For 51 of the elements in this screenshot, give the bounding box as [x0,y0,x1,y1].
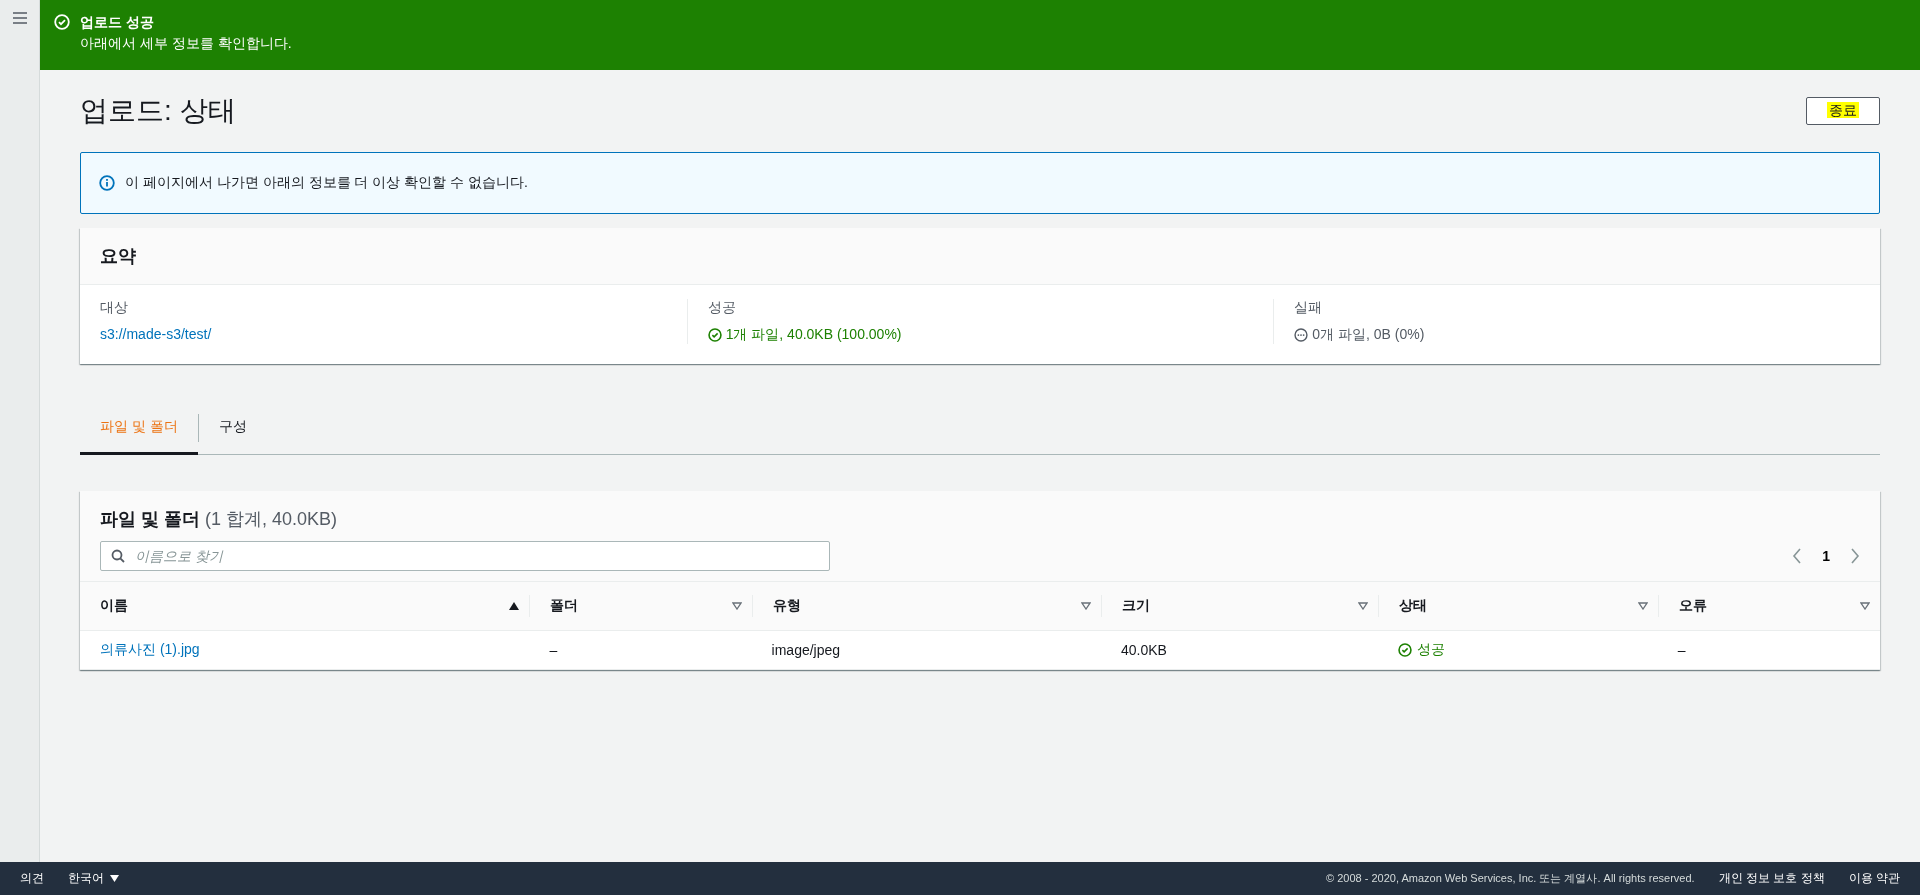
tab[interactable]: 구성 [198,402,267,455]
language-selector[interactable]: 한국어 [68,870,119,887]
previous-page-button[interactable] [1792,548,1803,564]
banner-message: 아래에서 세부 정보를 확인합니다. [80,35,292,53]
footer-link[interactable]: 개인 정보 보호 정책 [1718,870,1825,887]
info-icon [99,175,115,191]
sort-icon[interactable] [731,602,742,610]
banner-title: 업로드 성공 [80,14,155,32]
sort-icon[interactable] [1637,602,1648,610]
sort-ascending-icon[interactable] [509,602,520,610]
status-text: 성공 [1416,640,1445,659]
file-link[interactable]: 의류사진 (1).jpg [100,641,200,657]
copyright-text: © 2008 - 2020, Amazon Web Services, Inc. 또는 계열사. All rights reserved. [1326,871,1695,886]
destination-link[interactable]: s3://made-s3/test/ [100,326,687,342]
close-button[interactable]: 종료 [1806,97,1880,125]
search-icon [111,549,125,563]
table-cell: 40.0KB [1100,630,1378,670]
summary-label: 대상 [100,299,129,317]
menu-icon [12,12,27,24]
success-value: 1개 파일, 40.0KB (100.00%) [725,326,902,344]
next-page-button[interactable] [1850,548,1860,564]
table-cell: – [1657,630,1880,670]
table-cell: image/jpeg [751,630,1101,670]
sort-icon[interactable] [1080,602,1091,610]
sort-icon[interactable] [1357,602,1368,610]
column-header[interactable]: 이름 [80,581,530,631]
footer-link[interactable]: 이용 약관 [1848,870,1900,887]
page-number[interactable]: 1 [1816,547,1836,565]
column-header[interactable]: 폴더 [529,581,752,631]
summary-title: 요약 [100,246,136,266]
caret-icon [110,875,119,882]
ellipsis-circle-icon [1294,328,1309,342]
summary-label: 성공 [707,299,737,317]
alert-text: 이 페이지에서 나가면 아래의 정보를 더 이상 확인할 수 없습니다. [125,174,528,192]
chevron-right-icon [1850,548,1860,564]
column-header[interactable]: 크기 [1100,581,1378,631]
chevron-left-icon [1792,548,1803,564]
search-field[interactable]: 이름으로 찾기 [100,541,830,571]
feedback-button[interactable]: 의견 [20,870,44,887]
sort-icon[interactable] [1860,602,1870,610]
column-header[interactable]: 오류 [1657,581,1880,631]
files-title: 파일 및 폴더 (1 합계, 40.0KB) [100,508,339,531]
table-cell: – [529,630,752,670]
column-header[interactable]: 상태 [1377,581,1658,631]
check-circle-icon [707,328,722,342]
failed-value: 0개 파일, 0B (0%) [1312,326,1425,344]
summary-label: 실패 [1294,299,1324,317]
check-circle-icon [54,14,70,30]
page-title: 업로드: 상태 [80,94,236,128]
column-header[interactable]: 유형 [751,581,1101,631]
check-circle-icon [1397,642,1412,657]
